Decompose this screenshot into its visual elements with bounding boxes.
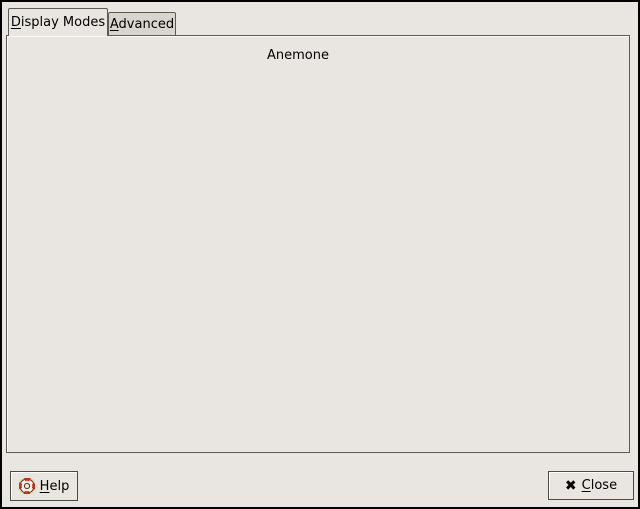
preview-frame-title: Anemone — [263, 48, 333, 63]
xscreensaver-preferences-window: Display Modes Advanced Mode: Only One Sc… — [0, 0, 640, 509]
close-button-label: Close — [582, 478, 617, 493]
help-button-label: Help — [40, 479, 70, 494]
lifebuoy-help-icon — [19, 478, 35, 494]
tab-advanced[interactable]: Advanced — [108, 12, 176, 36]
tab-advanced-label: Advanced — [110, 17, 174, 32]
tab-display-modes-label: Display Modes — [11, 15, 105, 30]
help-button[interactable]: Help — [10, 471, 78, 501]
notebook-page — [6, 35, 630, 453]
close-x-icon: ✖ — [565, 478, 577, 494]
tab-display-modes[interactable]: Display Modes — [8, 8, 108, 36]
close-button[interactable]: ✖ Close — [548, 471, 634, 500]
